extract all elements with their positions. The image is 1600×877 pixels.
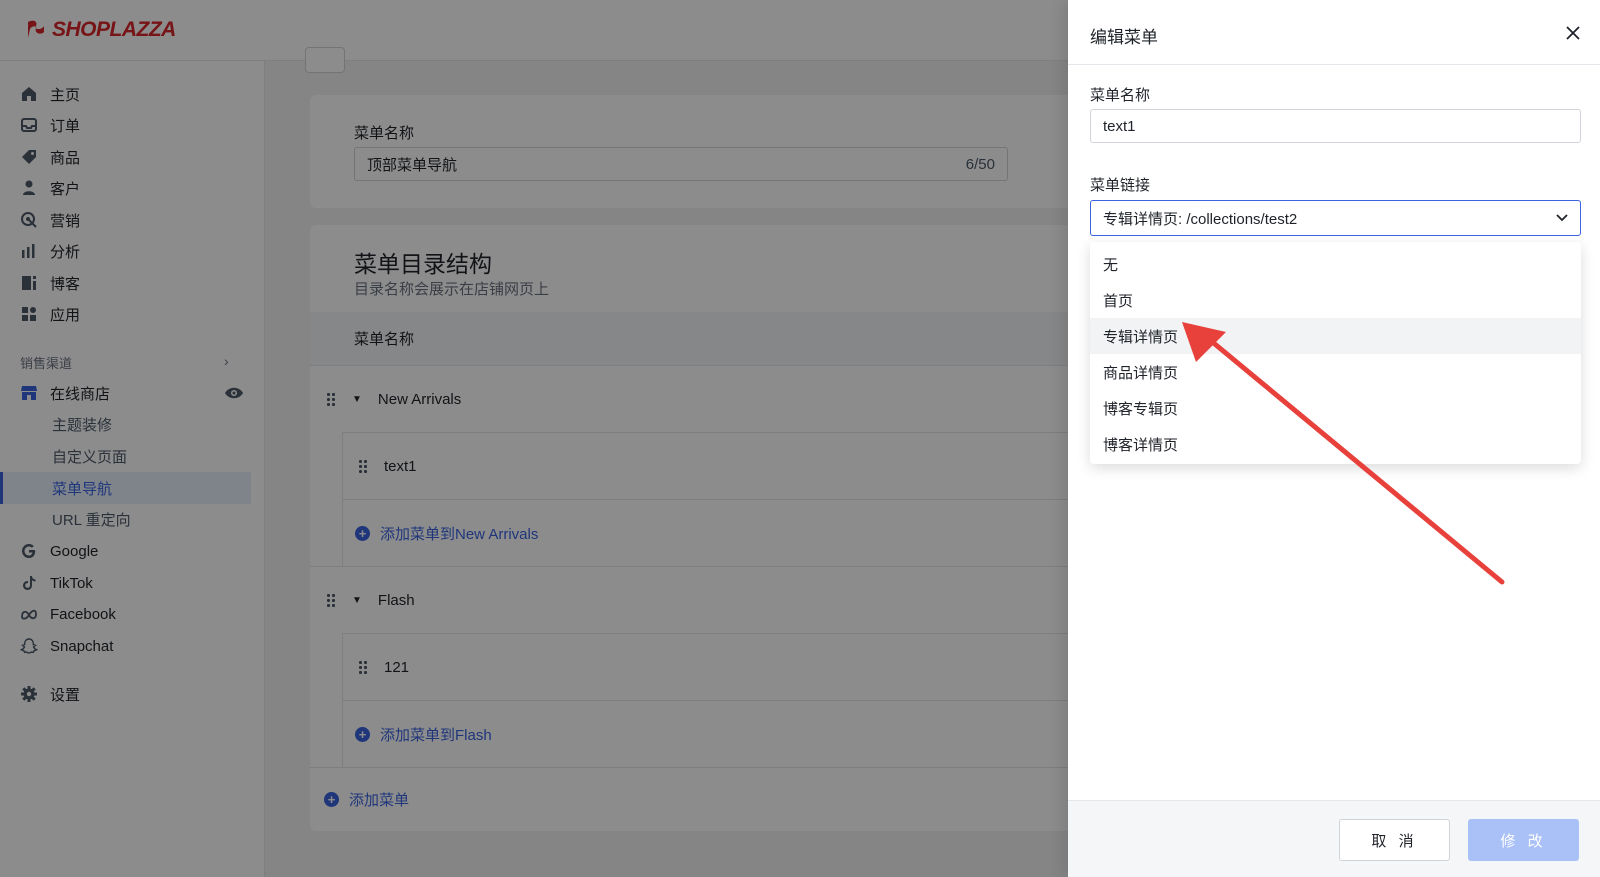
drawer-name-label: 菜单名称 xyxy=(1090,87,1151,104)
drawer-header: 编辑菜单 xyxy=(1068,0,1600,65)
dropdown-option[interactable]: 无 xyxy=(1090,246,1581,282)
dropdown-option[interactable]: 商品详情页 xyxy=(1090,354,1581,390)
drawer-title: 编辑菜单 xyxy=(1090,28,1158,47)
cancel-button[interactable]: 取 消 xyxy=(1339,819,1450,861)
drawer-footer: 取 消 修 改 xyxy=(1068,800,1600,877)
close-icon[interactable] xyxy=(1564,24,1582,42)
edit-menu-drawer: 编辑菜单 菜单名称 text1 菜单链接 专辑详情页: /collections… xyxy=(1068,0,1600,877)
dropdown-option[interactable]: 首页 xyxy=(1090,282,1581,318)
drawer-name-value: text1 xyxy=(1103,117,1136,135)
menu-link-value: 专辑详情页: /collections/test2 xyxy=(1103,210,1298,228)
drawer-name-input[interactable]: text1 xyxy=(1090,109,1581,143)
dropdown-option[interactable]: 博客专辑页 xyxy=(1090,390,1581,426)
drawer-link-label: 菜单链接 xyxy=(1090,177,1151,194)
link-type-dropdown: 无 首页 专辑详情页 商品详情页 博客专辑页 博客详情页 xyxy=(1090,242,1581,464)
menu-link-select[interactable]: 专辑详情页: /collections/test2 xyxy=(1090,200,1581,236)
confirm-button[interactable]: 修 改 xyxy=(1468,819,1579,861)
dropdown-option-highlighted[interactable]: 专辑详情页 xyxy=(1090,318,1581,354)
dropdown-option[interactable]: 博客详情页 xyxy=(1090,426,1581,462)
chevron-down-icon xyxy=(1556,214,1568,222)
